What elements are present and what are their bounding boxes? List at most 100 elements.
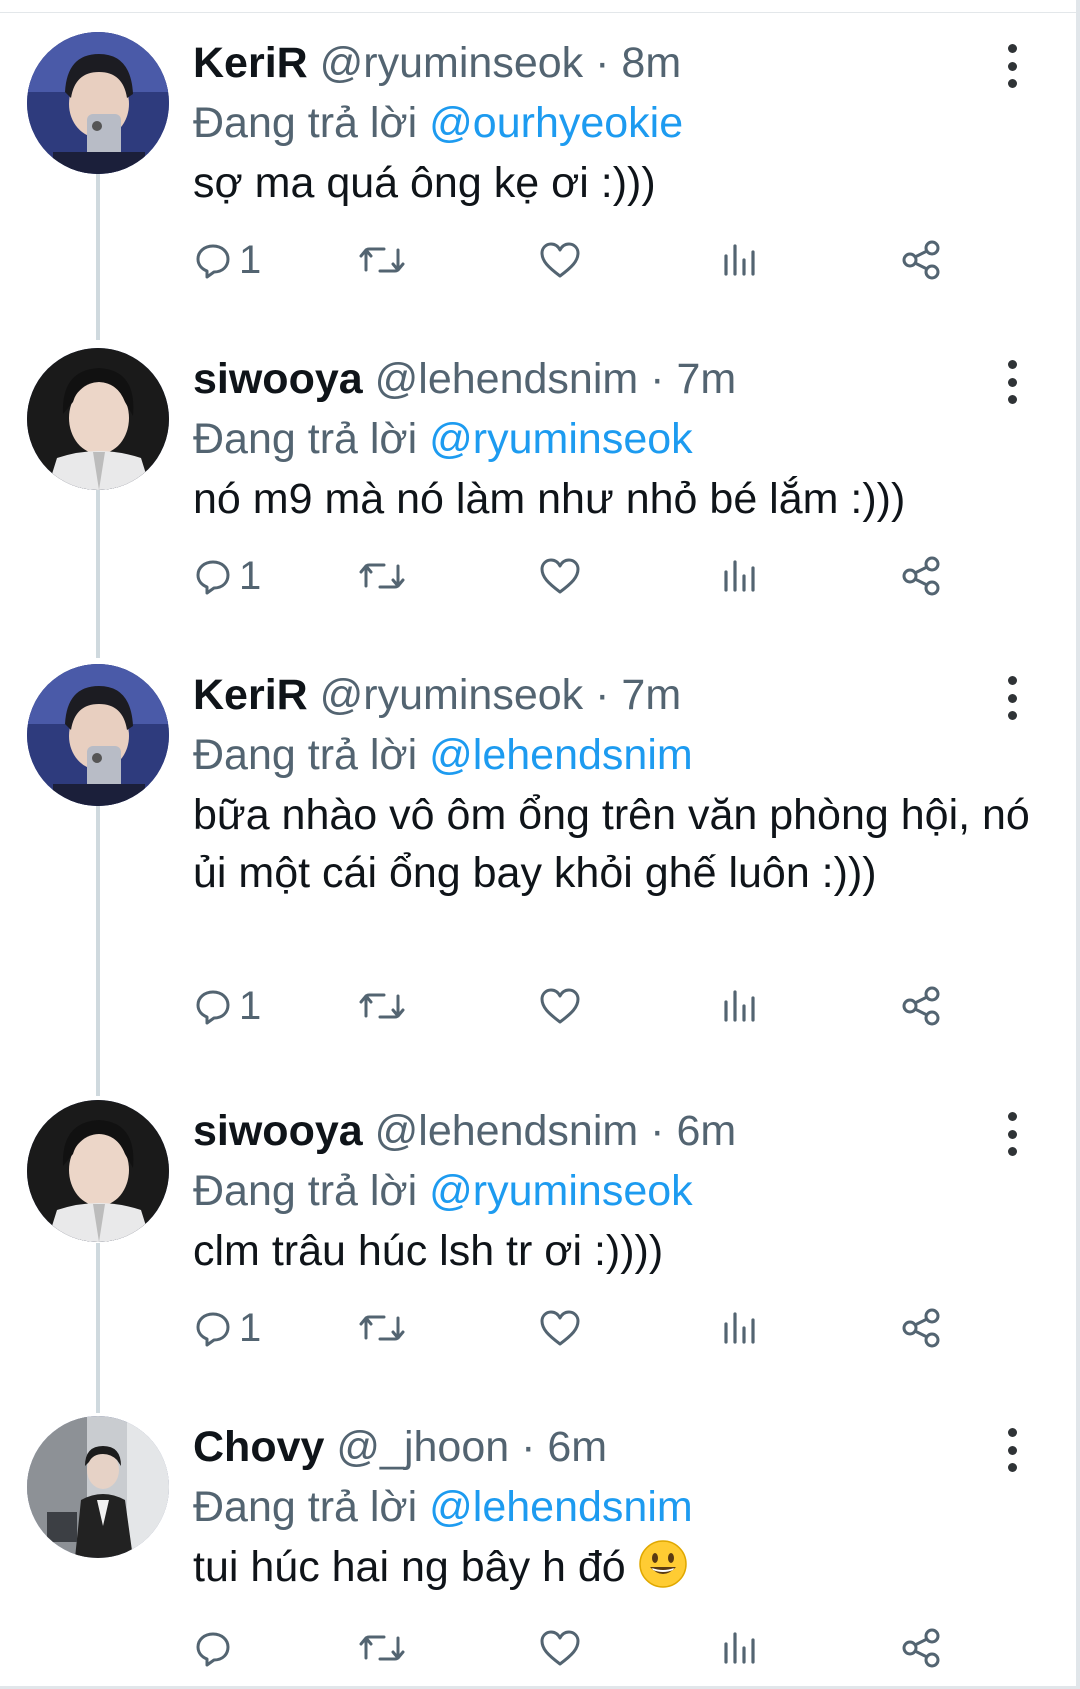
analytics-icon: [724, 1632, 755, 1664]
user-handle[interactable]: @ryuminseok: [320, 671, 584, 719]
tweet-header: Chovy @_jhoon · 6m: [193, 1416, 1036, 1478]
like-button[interactable]: [538, 546, 582, 606]
tweet-text: tui húc hai ng bây h đó: [193, 1543, 626, 1591]
replying-to-handle[interactable]: @lehendsnim: [429, 1483, 693, 1531]
retweet-button[interactable]: [358, 230, 406, 290]
avatar-siwooya[interactable]: [27, 348, 169, 490]
replying-to-line: Đang trả lời @ourhyeokie: [193, 94, 1036, 152]
action-bar: 1: [193, 976, 1033, 1036]
tweet-header: KeriR @ryuminseok · 7m: [193, 664, 1036, 726]
replying-to-line: Đang trả lời @ryuminseok: [193, 410, 1036, 468]
tweet[interactable]: KeriR @ryuminseok · 8m Đang trả lời @our…: [0, 32, 1076, 332]
tweet-text: clm trâu húc lsh tr ơi :)))): [193, 1227, 664, 1275]
share-icon: [902, 986, 940, 1026]
analytics-button[interactable]: [720, 230, 760, 290]
timestamp[interactable]: 6m: [676, 1107, 736, 1155]
separator-dot: ·: [521, 1423, 536, 1471]
separator-dot: ·: [650, 355, 665, 403]
analytics-button[interactable]: [720, 546, 760, 606]
reply-icon: [196, 990, 230, 1025]
tweet[interactable]: siwooya @lehendsnim · 6m Đang trả lời @r…: [0, 1100, 1076, 1400]
like-button[interactable]: [538, 1298, 582, 1358]
tweet-text-row: tui húc hai ng bây h đó: [193, 1538, 1036, 1596]
heart-icon: [540, 1630, 580, 1666]
retweet-button[interactable]: [358, 1618, 406, 1678]
avatar-siwooya[interactable]: [27, 1100, 169, 1242]
more-vertical-icon[interactable]: [1000, 676, 1024, 720]
analytics-button[interactable]: [720, 976, 760, 1036]
share-icon: [902, 240, 940, 280]
more-vertical-icon[interactable]: [1000, 44, 1024, 88]
tweet[interactable]: KeriR @ryuminseok · 7m Đang trả lời @leh…: [0, 664, 1076, 1084]
tweet[interactable]: Chovy @_jhoon · 6m Đang trả lời @lehends…: [0, 1416, 1076, 1689]
share-button[interactable]: [900, 976, 944, 1036]
heart-icon: [540, 242, 580, 278]
replying-to-handle[interactable]: @ourhyeokie: [429, 99, 683, 147]
timestamp[interactable]: 8m: [621, 39, 681, 87]
separator-dot: ·: [595, 671, 610, 719]
grinning-face-icon: [638, 1540, 687, 1588]
replying-to-handle[interactable]: @lehendsnim: [429, 731, 693, 779]
analytics-icon: [724, 560, 755, 592]
user-handle[interactable]: @lehendsnim: [375, 1107, 639, 1155]
share-icon: [902, 556, 940, 596]
heart-icon: [540, 558, 580, 594]
action-bar: 1: [193, 230, 1033, 290]
retweet-button[interactable]: [358, 976, 406, 1036]
reply-count: 1: [239, 1305, 262, 1350]
retweet-button[interactable]: [358, 546, 406, 606]
replying-to-handle[interactable]: @ryuminseok: [429, 1167, 693, 1215]
tweet-text: nó m9 mà nó làm như nhỏ bé lắm :))): [193, 475, 906, 523]
more-vertical-icon[interactable]: [1000, 360, 1024, 404]
more-vertical-icon[interactable]: [1000, 1428, 1024, 1472]
reply-count: 1: [239, 237, 262, 282]
timestamp[interactable]: 6m: [547, 1423, 607, 1471]
more-vertical-icon[interactable]: [1000, 1112, 1024, 1156]
reply-button[interactable]: 1: [193, 1298, 261, 1358]
display-name[interactable]: KeriR: [193, 39, 308, 87]
avatar-chovy[interactable]: [27, 1416, 169, 1558]
retweet-icon: [359, 563, 405, 589]
tweet-text: bữa nhào vô ôm ổng trên văn phòng hội, n…: [193, 791, 1030, 897]
reply-button[interactable]: 1: [193, 976, 261, 1036]
share-button[interactable]: [900, 546, 944, 606]
display-name[interactable]: siwooya: [193, 355, 363, 403]
analytics-icon: [724, 244, 755, 276]
user-handle[interactable]: @ryuminseok: [320, 39, 584, 87]
tweet-header: siwooya @lehendsnim · 7m: [193, 348, 1036, 410]
tweet[interactable]: siwooya @lehendsnim · 7m Đang trả lời @r…: [0, 348, 1076, 648]
user-handle[interactable]: @lehendsnim: [375, 355, 639, 403]
reply-button[interactable]: 1: [193, 546, 261, 606]
reply-icon: [196, 1632, 230, 1667]
analytics-button[interactable]: [720, 1298, 760, 1358]
reply-icon: [196, 1312, 230, 1347]
share-button[interactable]: [900, 1618, 944, 1678]
share-button[interactable]: [900, 1298, 944, 1358]
reply-icon: [196, 244, 230, 279]
tweet-header: siwooya @lehendsnim · 6m: [193, 1100, 1036, 1162]
like-button[interactable]: [538, 230, 582, 290]
avatar-keri[interactable]: [27, 32, 169, 174]
reply-count: 1: [239, 553, 262, 598]
user-handle[interactable]: @_jhoon: [336, 1423, 509, 1471]
share-icon: [902, 1308, 940, 1348]
timestamp[interactable]: 7m: [676, 355, 736, 403]
display-name[interactable]: Chovy: [193, 1423, 324, 1471]
retweet-icon: [359, 1635, 405, 1661]
heart-icon: [540, 1310, 580, 1346]
reply-button[interactable]: 1: [193, 230, 261, 290]
replying-label: Đang trả lời: [193, 99, 418, 147]
replying-to-handle[interactable]: @ryuminseok: [429, 415, 693, 463]
share-button[interactable]: [900, 230, 944, 290]
reply-button[interactable]: [193, 1618, 239, 1678]
analytics-button[interactable]: [720, 1618, 760, 1678]
like-button[interactable]: [538, 1618, 582, 1678]
like-button[interactable]: [538, 976, 582, 1036]
timestamp[interactable]: 7m: [621, 671, 681, 719]
replying-to-line: Đang trả lời @lehendsnim: [193, 1478, 1036, 1536]
analytics-icon: [724, 990, 755, 1022]
avatar-keri[interactable]: [27, 664, 169, 806]
display-name[interactable]: KeriR: [193, 671, 308, 719]
display-name[interactable]: siwooya: [193, 1107, 363, 1155]
retweet-button[interactable]: [358, 1298, 406, 1358]
